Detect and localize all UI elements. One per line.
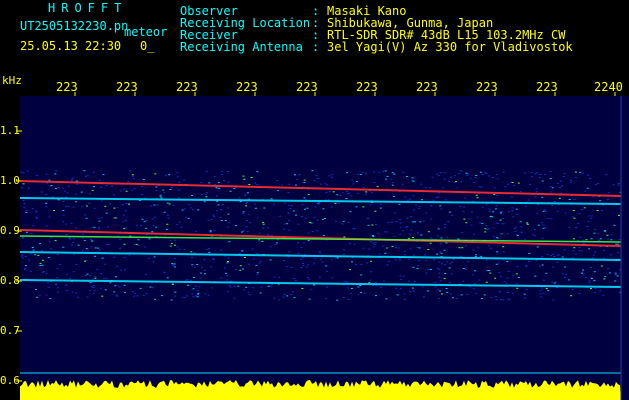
antenna-separator: : — [312, 40, 320, 54]
meteor-count: 0_ — [140, 39, 155, 53]
y-tick: 0.6 — [0, 374, 20, 387]
y-tick: 0.7 — [0, 324, 20, 337]
x-tick: 223 — [296, 80, 318, 94]
x-tick: 223 — [416, 80, 438, 94]
x-tick: 223 — [176, 80, 198, 94]
antenna-label: Receiving Antenna — [180, 40, 303, 54]
x-tick: 223 — [476, 80, 498, 94]
plot-area — [20, 96, 629, 400]
y-tick: 1.0 — [0, 174, 20, 187]
x-tick: 2240 — [594, 80, 623, 94]
app-brand: HROFFT — [48, 1, 128, 15]
observation-datetime: 25.05.13 22:30 — [20, 39, 122, 53]
x-tick: 223 — [356, 80, 378, 94]
x-tick: 223 — [116, 80, 138, 94]
x-tick: 223 — [536, 80, 558, 94]
y-tick: 0.8 — [0, 274, 20, 287]
y-tick: 1.1 — [0, 124, 20, 137]
spectrogram-plot — [0, 92, 629, 400]
meteor-label: meteor — [124, 25, 168, 39]
y-tick: 0.9 — [0, 224, 20, 237]
x-tick: 223 — [56, 80, 78, 94]
image-filename: UT2505132230.pn — [20, 19, 129, 33]
y-axis-unit: kHz — [2, 74, 22, 87]
x-tick: 223 — [236, 80, 258, 94]
antenna-value: 3el Yagi(V) Az 330 for Vladivostok — [327, 40, 573, 54]
